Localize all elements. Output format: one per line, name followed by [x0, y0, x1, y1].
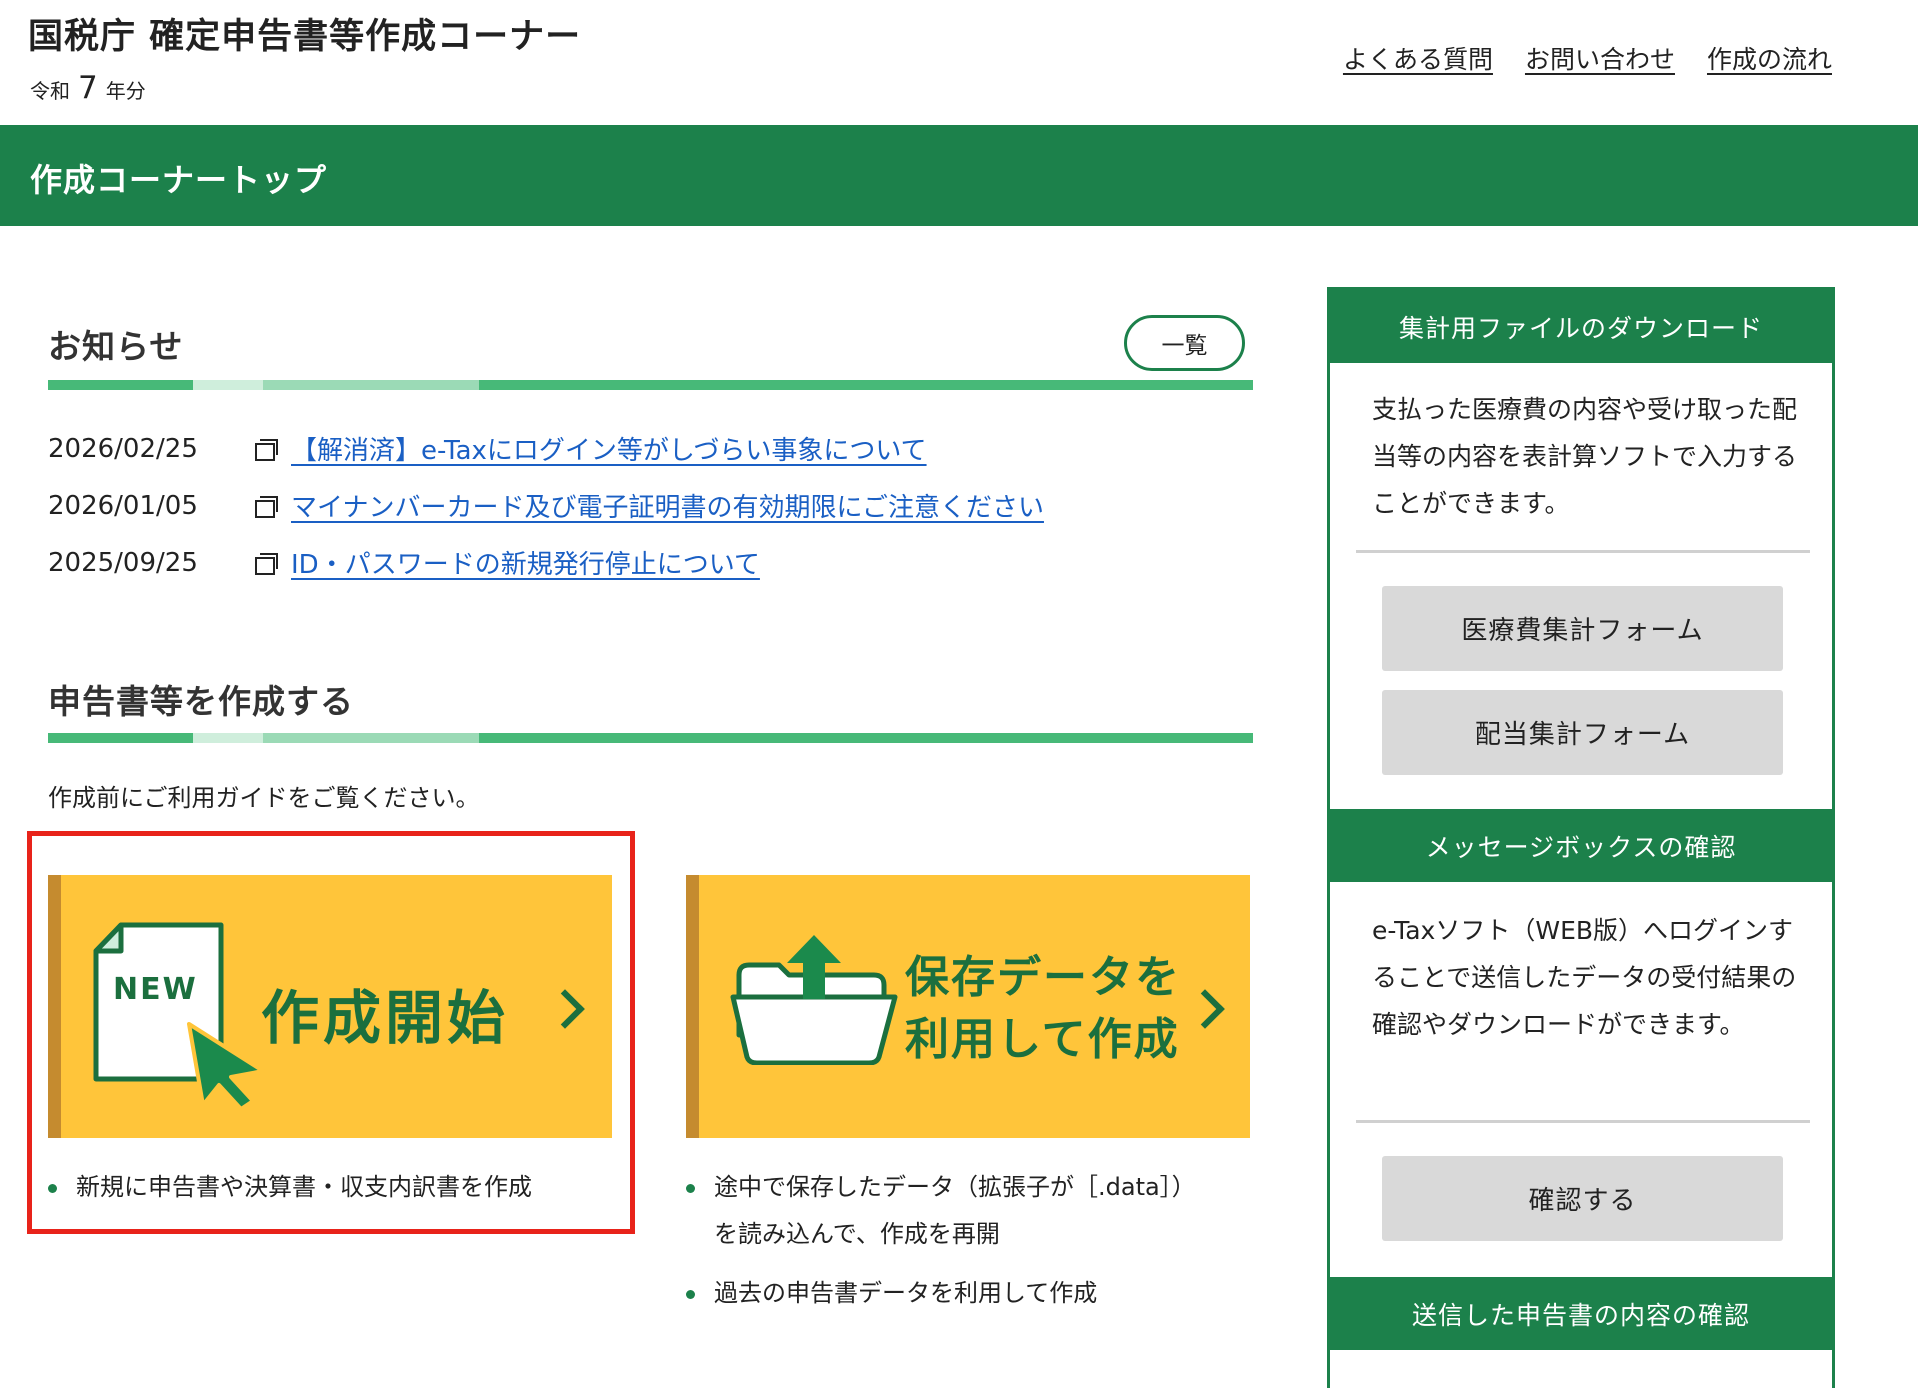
list-item: 途中で保存したデータ（拡張子が［.data］） を読み込んで、作成を再開 [686, 1164, 1196, 1258]
year-number: 7 [78, 70, 98, 106]
creation-flow-link[interactable]: 作成の流れ [1707, 40, 1832, 76]
news-heading: お知らせ [48, 327, 184, 366]
new-document-icon: NEW [93, 922, 265, 1109]
page-title: 作成コーナートップ [30, 161, 328, 199]
message-box-description: e-Taxソフト（WEB版）へログインすることで送信したデータの受付結果の確認や… [1372, 916, 1797, 1039]
download-description: 支払った医療費の内容や受け取った配当等の内容を表計算ソフトで入力することができま… [1372, 395, 1798, 518]
list-item-line: を読み込んで、作成を再開 [714, 1220, 1000, 1248]
new-window-icon [255, 552, 278, 575]
news-date: 2026/02/25 [48, 433, 198, 464]
news-link[interactable]: マイナンバーカード及び電子証明書の有効期限にご注意ください [291, 487, 1044, 524]
use-saved-data-description: 途中で保存したデータ（拡張子が［.data］） を読み込んで、作成を再開 過去の… [686, 1164, 1196, 1317]
list-item-line: 途中で保存したデータ（拡張子が［.data］） [714, 1173, 1196, 1201]
news-item: 2025/09/25 ID・パスワードの新規発行停止について [48, 534, 1044, 591]
tax-year: 令和 7 年分 [30, 70, 146, 106]
new-window-icon [255, 495, 278, 518]
chevron-right-icon [1185, 989, 1225, 1029]
dividend-form-button[interactable]: 配当集計フォーム [1382, 690, 1783, 775]
sent-return-header: 送信した申告書の内容の確認 [1330, 1277, 1832, 1350]
news-item: 2026/01/05 マイナンバーカード及び電子証明書の有効期限にご注意ください [48, 477, 1044, 534]
news-date: 2026/01/05 [48, 490, 198, 521]
news-date: 2025/09/25 [48, 547, 198, 578]
new-badge-text: NEW [113, 972, 198, 1007]
header-links: よくある質問 お問い合わせ 作成の流れ [1343, 40, 1832, 76]
news-link[interactable]: ID・パスワードの新規発行停止について [291, 544, 760, 581]
start-new-button[interactable]: NEW 作成開始 [48, 875, 612, 1138]
news-link[interactable]: 【解消済】e-Taxにログイン等がしづらい事象について [291, 430, 927, 467]
news-list: 2026/02/25 【解消済】e-Taxにログイン等がしづらい事象について 2… [48, 420, 1044, 591]
create-heading: 申告書等を作成する [48, 682, 354, 721]
create-heading-stripe [48, 733, 1253, 743]
use-saved-data-title-line1: 保存データを [905, 952, 1181, 1003]
sidebar-panel: 集計用ファイルのダウンロード 支払った医療費の内容や受け取った配当等の内容を表計… [1327, 287, 1835, 1388]
site-title: 国税庁 確定申告書等作成コーナー [28, 17, 582, 57]
confirm-button[interactable]: 確認する [1382, 1156, 1783, 1241]
start-new-title: 作成開始 [261, 984, 510, 1052]
use-saved-data-button[interactable]: 保存データを 利用して作成 [686, 875, 1250, 1138]
guide-text: 作成前にご利用ガイドをご覧ください。 [48, 784, 480, 812]
news-heading-stripe [48, 380, 1253, 390]
year-prefix: 令和 [30, 79, 70, 103]
news-list-button[interactable]: 一覧 [1124, 315, 1245, 371]
list-item: 過去の申告書データを利用して作成 [686, 1270, 1196, 1317]
medical-expense-form-button[interactable]: 医療費集計フォーム [1382, 586, 1783, 671]
page-title-bar: 作成コーナートップ [0, 125, 1918, 226]
use-saved-data-title-line2: 利用して作成 [905, 1014, 1180, 1065]
faq-link[interactable]: よくある質問 [1343, 40, 1493, 76]
divider [1356, 1120, 1810, 1123]
use-saved-data-title: 保存データを 利用して作成 [905, 947, 1181, 1071]
new-window-icon [255, 438, 278, 461]
create-section-heading: 申告書等を作成する [48, 675, 1253, 723]
list-item: 新規に申告書や決算書・収支内訳書を作成 [48, 1164, 532, 1211]
divider [1356, 550, 1810, 553]
download-header: 集計用ファイルのダウンロード [1330, 290, 1832, 363]
message-box-header: メッセージボックスの確認 [1330, 809, 1832, 882]
contact-link[interactable]: お問い合わせ [1525, 40, 1675, 76]
chevron-right-icon [545, 989, 585, 1029]
news-item: 2026/02/25 【解消済】e-Taxにログイン等がしづらい事象について [48, 420, 1044, 477]
news-section-heading: お知らせ [48, 320, 1253, 368]
folder-upload-icon [730, 935, 898, 1065]
start-new-description: 新規に申告書や決算書・収支内訳書を作成 [48, 1164, 532, 1211]
year-suffix: 年分 [105, 79, 146, 103]
